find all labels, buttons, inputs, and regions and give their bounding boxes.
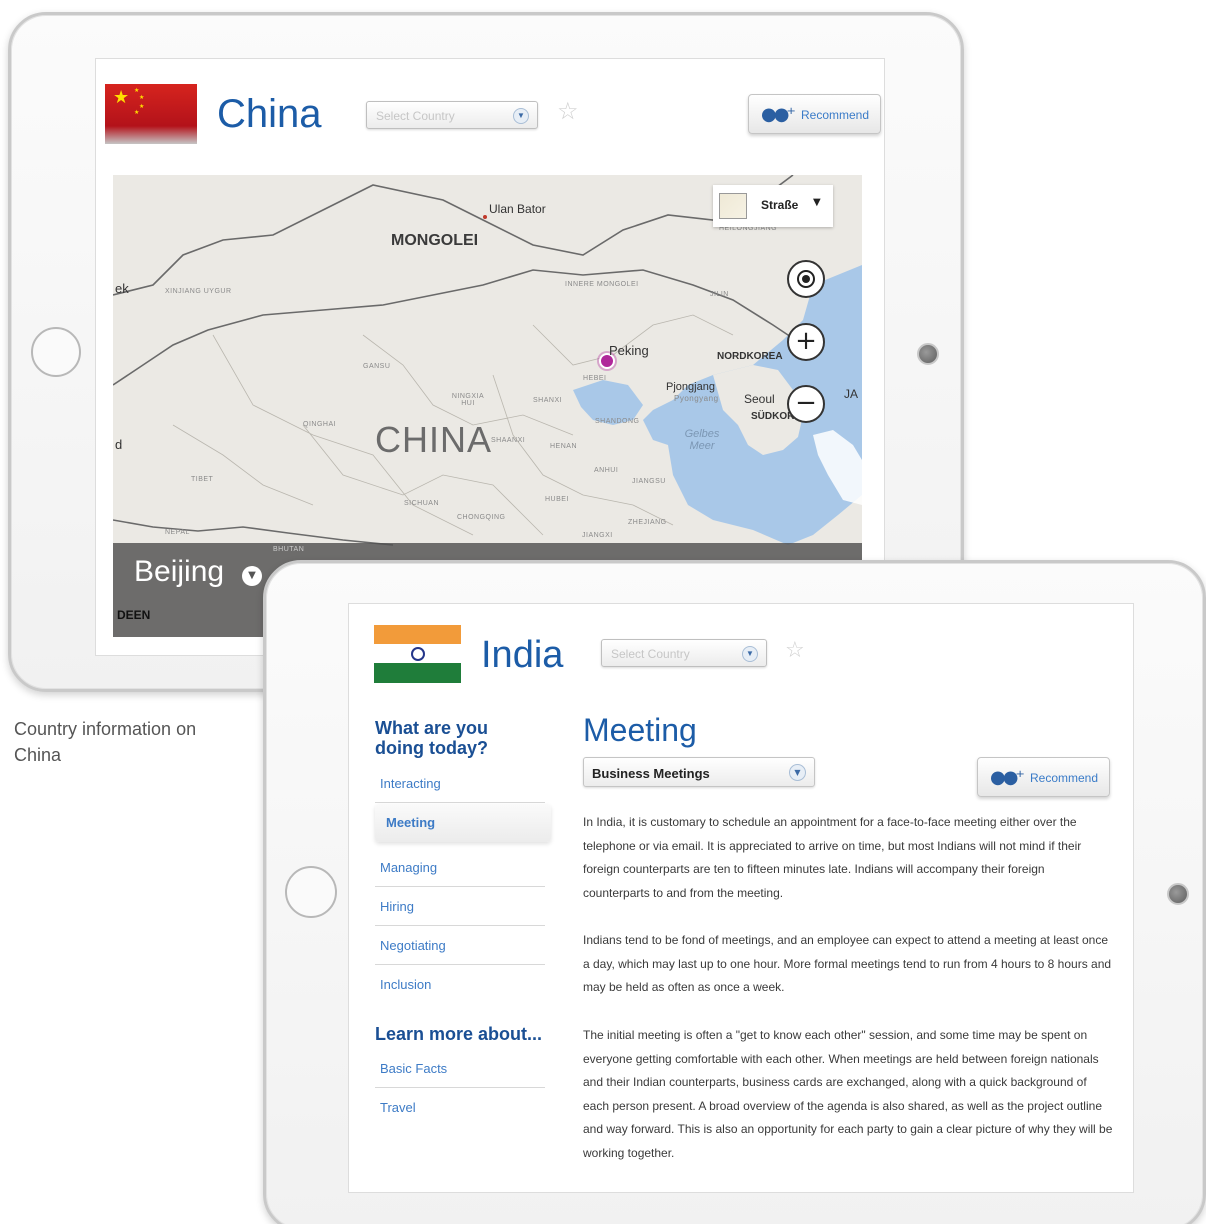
- map-type-label: Straße: [761, 198, 799, 212]
- india-screen: India Select Country ▼ ☆ What are you do…: [348, 603, 1134, 1193]
- target-icon[interactable]: [787, 260, 825, 298]
- star-outline-icon[interactable]: ☆: [557, 97, 579, 125]
- map-type-switcher[interactable]: Straße ▼: [713, 185, 833, 227]
- map-label: BHUTAN: [273, 546, 305, 553]
- map-label: HEBEI: [583, 375, 607, 382]
- home-button[interactable]: [285, 866, 337, 918]
- map-label: JIANGXI: [582, 532, 613, 539]
- language-toggle[interactable]: DEEN: [117, 608, 150, 622]
- map-label: HENAN: [550, 443, 578, 450]
- caption: Country information on China: [14, 719, 197, 765]
- map-label: QINGHAI: [303, 421, 337, 428]
- city-name: Beijing: [134, 555, 225, 588]
- country-select[interactable]: Select Country ▼: [601, 639, 767, 667]
- map-label: TIBET: [191, 476, 214, 483]
- map-label: ek: [115, 281, 129, 296]
- camera-icon: [917, 343, 939, 365]
- recommend-label: Recommend: [1030, 771, 1099, 785]
- country-title: India: [481, 634, 564, 676]
- sidebar-heading: What are you doing today?: [375, 718, 489, 758]
- map-thumbnail-icon: [719, 193, 747, 219]
- star-outline-icon[interactable]: ☆: [785, 638, 805, 663]
- map-label: Gelbes Meer: [684, 428, 720, 452]
- chevron-down-icon: ▼: [789, 764, 806, 781]
- map-label: NEPAL: [165, 529, 190, 536]
- sidebar-item-travel[interactable]: Travel: [375, 1089, 545, 1127]
- map-label: ANHUI: [594, 467, 619, 474]
- plus-icon[interactable]: +: [787, 323, 825, 361]
- recommend-button[interactable]: ●●⁺ Recommend: [748, 94, 881, 134]
- map-label: Peking: [609, 343, 649, 358]
- map-label: NINGXIA HUI: [451, 393, 485, 407]
- topic-select[interactable]: Business Meetings ▼: [583, 757, 815, 787]
- sidebar-item-managing[interactable]: Managing: [375, 849, 545, 887]
- tablet-india: India Select Country ▼ ☆ What are you do…: [263, 560, 1206, 1224]
- recommend-label: Recommend: [801, 108, 870, 122]
- flag-china-icon: ★ ★ ★ ★ ★: [105, 84, 197, 144]
- sidebar-item-inclusion[interactable]: Inclusion: [375, 966, 545, 1004]
- body-paragraph: In India, it is customary to schedule an…: [583, 815, 1082, 900]
- sidebar-heading: Learn more about...: [375, 1024, 543, 1044]
- map-label: MONGOLEI: [391, 232, 479, 249]
- camera-icon: [1167, 883, 1189, 905]
- country-select-placeholder: Select Country: [376, 109, 455, 123]
- map-label: Pyongyang: [674, 394, 719, 403]
- map-label: JA: [844, 387, 859, 401]
- map-label: HUBEI: [545, 496, 569, 503]
- sidebar-item-meeting[interactable]: Meeting: [375, 804, 551, 842]
- add-user-icon: ●●⁺: [761, 104, 796, 125]
- country-select[interactable]: Select Country ▼: [366, 101, 538, 129]
- map-label: GANSU: [363, 363, 391, 370]
- chevron-down-icon: ▼: [742, 646, 758, 662]
- map-label: INNERE MONGOLEI: [565, 281, 639, 288]
- section-title: Meeting: [583, 712, 697, 748]
- map-label: ZHEJIANG: [628, 519, 667, 526]
- chevron-down-icon: ▼: [513, 108, 529, 124]
- sidebar-item-basic-facts[interactable]: Basic Facts: [375, 1050, 545, 1088]
- home-button[interactable]: [31, 327, 81, 377]
- map-label: SHAANXI: [491, 437, 526, 444]
- recommend-button[interactable]: ●●⁺ Recommend: [977, 757, 1110, 797]
- body-paragraph: Indians tend to be fond of meetings, and…: [583, 933, 1112, 994]
- map-label: SICHUAN: [404, 500, 440, 507]
- minus-icon[interactable]: −: [787, 385, 825, 423]
- sidebar-item-negotiating[interactable]: Negotiating: [375, 927, 545, 965]
- map-label: JIANGSU: [632, 478, 666, 485]
- body-paragraph: The initial meeting is often a "get to k…: [583, 1028, 1113, 1160]
- map-label: XINJIANG UYGUR: [165, 288, 232, 295]
- flag-india-icon: [374, 625, 461, 683]
- country-title: China: [217, 92, 322, 136]
- map-label: Ulan Bator: [489, 202, 546, 216]
- chevron-down-icon: ▼: [813, 197, 821, 208]
- map-label: SHANXI: [533, 397, 563, 404]
- sidebar-item-interacting[interactable]: Interacting: [375, 765, 545, 803]
- sidebar-item-hiring[interactable]: Hiring: [375, 888, 545, 926]
- add-user-icon: ●●⁺: [990, 767, 1025, 788]
- chevron-down-icon[interactable]: ▼: [242, 566, 262, 586]
- map-label: NORDKOREA: [717, 351, 783, 362]
- map-label: Seoul: [744, 392, 775, 406]
- country-select-placeholder: Select Country: [611, 647, 690, 661]
- topic-select-value: Business Meetings: [592, 766, 710, 781]
- map-label: d: [115, 437, 123, 452]
- map-label: CHINA: [375, 419, 493, 460]
- map-label: CHONGQING: [457, 514, 506, 521]
- map-label: SHANDONG: [595, 418, 640, 425]
- map-label: Pjongjang: [666, 381, 715, 393]
- map-label: JILIN: [710, 291, 729, 298]
